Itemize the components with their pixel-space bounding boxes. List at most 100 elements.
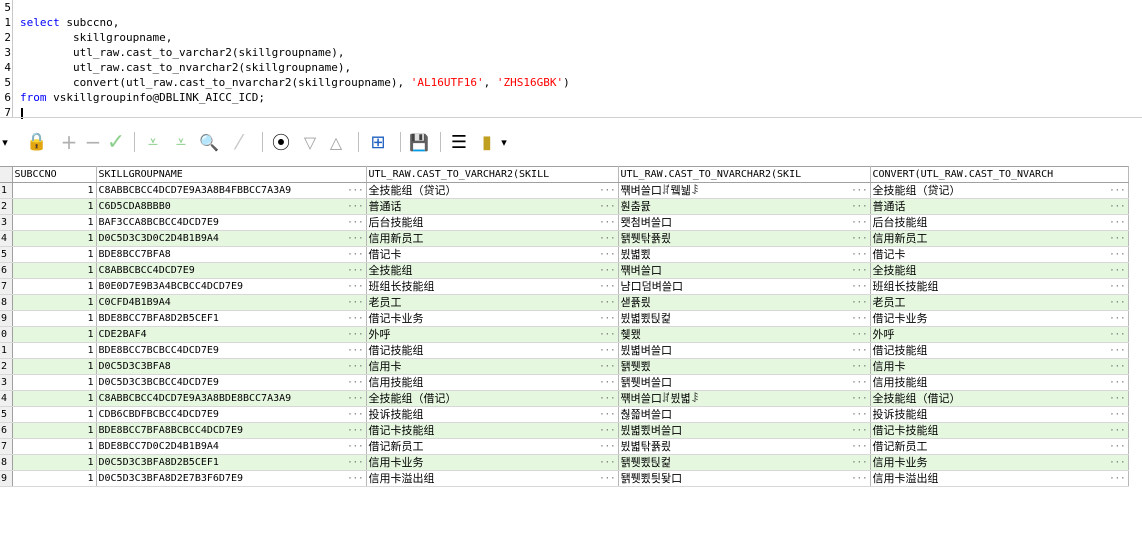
table-cell[interactable]: 됅퓃뾨틵컱 ··· bbox=[618, 454, 871, 471]
table-cell[interactable]: BDE8BCC7BFA8D2B5CEF1 ··· bbox=[96, 310, 367, 327]
explain-plan-icon[interactable]: ⊞ bbox=[364, 130, 392, 154]
table-cell[interactable]: 信用卡溢出组 ··· bbox=[366, 470, 619, 487]
table-row[interactable]: 8 1 D0C5D3C3BFA8D2B5CEF1 ··· 信用卡业务 ··· 됅퓃뾨틵컱 ··… bbox=[0, 454, 1129, 471]
row-number[interactable]: 2 bbox=[0, 198, 13, 215]
cell-expand-button[interactable]: ··· bbox=[597, 424, 615, 438]
clear-icon[interactable]: ⁄ bbox=[226, 130, 252, 154]
cell-expand-button[interactable]: ··· bbox=[1107, 360, 1125, 374]
cell-expand-button[interactable]: ··· bbox=[345, 376, 363, 390]
row-number[interactable]: 4 bbox=[0, 390, 13, 407]
cell-expand-button[interactable]: ··· bbox=[597, 456, 615, 470]
row-number[interactable]: 2 bbox=[0, 358, 13, 375]
table-cell[interactable]: 췢뫴 ··· bbox=[618, 326, 871, 343]
table-cell[interactable]: 됅퓃뾨틧돶口 ··· bbox=[618, 470, 871, 487]
row-number[interactable]: 7 bbox=[0, 278, 13, 295]
table-cell[interactable]: 뷨볇뾨벼쓸口 ··· bbox=[618, 422, 871, 439]
table-cell[interactable]: 쨲벼쓸口 ··· bbox=[618, 262, 871, 279]
table-cell[interactable]: B0E0D7E9B3A4BCBCC4DCD7E9 ··· bbox=[96, 278, 367, 295]
table-row[interactable]: 3 1 D0C5D3C3BCBCC4DCD7E9 ··· 信用技能组 ··· 됅퓃벼쓸口 ··… bbox=[0, 374, 1129, 391]
table-cell[interactable]: 借记卡 ··· bbox=[366, 246, 619, 263]
cell-expand-button[interactable]: ··· bbox=[1107, 312, 1125, 326]
cell-expand-button[interactable]: ··· bbox=[1107, 248, 1125, 262]
cell-expand-button[interactable]: ··· bbox=[345, 184, 363, 198]
cell-expand-button[interactable]: ··· bbox=[345, 216, 363, 230]
table-cell[interactable]: 信用卡业务 ··· bbox=[870, 454, 1129, 471]
table-cell[interactable]: 后台技能组 ··· bbox=[870, 214, 1129, 231]
cell-expand-button[interactable]: ··· bbox=[1107, 216, 1125, 230]
table-row[interactable]: 6 1 BDE8BCC7BFA8BCBCC4DCD7E9 ··· 借记卡技能组 ··· 뷨볇… bbox=[0, 422, 1129, 439]
table-row[interactable]: 0 1 CDE2BAF4 ··· 外呼 ··· 췢뫴 ··· 外呼 ··· bbox=[0, 326, 1129, 343]
table-row[interactable]: 3 1 BAF3CCA8BCBCC4DCD7E9 ··· 后台技能组 ··· 뫳첨벼쓸口 ··… bbox=[0, 214, 1129, 231]
table-row[interactable]: 5 1 BDE8BCC7BFA8 ··· 借记卡 ··· 뷨볇뾨 ··· 借记卡 ··· bbox=[0, 246, 1129, 263]
table-cell[interactable]: 뷨볇탂퓱릤 ··· bbox=[618, 438, 871, 455]
cell-expand-button[interactable]: ··· bbox=[345, 456, 363, 470]
table-cell[interactable]: 外呼 ··· bbox=[870, 326, 1129, 343]
cell-expand-button[interactable]: ··· bbox=[849, 280, 867, 294]
table-cell[interactable]: 信用卡 ··· bbox=[366, 358, 619, 375]
table-cell[interactable]: CDE2BAF4 ··· bbox=[96, 326, 367, 343]
cell-expand-button[interactable]: ··· bbox=[597, 312, 615, 326]
cell-expand-button[interactable]: ··· bbox=[597, 376, 615, 390]
table-cell[interactable]: 后台技能组 ··· bbox=[366, 214, 619, 231]
cell-expand-button[interactable]: ··· bbox=[597, 360, 615, 374]
cell-expand-button[interactable]: ··· bbox=[849, 424, 867, 438]
cell-subccno[interactable]: 1 bbox=[12, 230, 97, 247]
table-row[interactable]: 1 1 C8ABBCBCC4DCD7E9A3A8B4FBBCC7A3A9 ··· 全技能… bbox=[0, 182, 1129, 199]
cell-expand-button[interactable]: ··· bbox=[849, 264, 867, 278]
cell-subccno[interactable]: 1 bbox=[12, 390, 97, 407]
cell-subccno[interactable]: 1 bbox=[12, 246, 97, 263]
cell-expand-button[interactable]: ··· bbox=[849, 200, 867, 214]
cell-expand-button[interactable]: ··· bbox=[849, 472, 867, 486]
cell-expand-button[interactable]: ··· bbox=[1107, 184, 1125, 198]
cell-expand-button[interactable]: ··· bbox=[597, 216, 615, 230]
table-row[interactable]: 4 1 C8ABBCBCC4DCD7E9A3A8BDE8BCC7A3A9 ··· 全技能… bbox=[0, 390, 1129, 407]
table-cell[interactable]: D0C5D3C3BFA8D2B5CEF1 ··· bbox=[96, 454, 367, 471]
table-row[interactable]: 6 1 C8ABBCBCC4DCD7E9 ··· 全技能组 ··· 쨲벼쓸口 ··· 全技能组 ·… bbox=[0, 262, 1129, 279]
cell-expand-button[interactable]: ··· bbox=[1107, 296, 1125, 310]
table-cell[interactable]: 普通话 ··· bbox=[366, 198, 619, 215]
sql-code[interactable]: select subccno, skillgroupname, utl_raw.… bbox=[20, 0, 570, 120]
cell-expand-button[interactable]: ··· bbox=[597, 232, 615, 246]
cell-expand-button[interactable]: ··· bbox=[597, 200, 615, 214]
dropdown-arrow-icon[interactable]: ▾ bbox=[0, 130, 10, 154]
cell-expand-button[interactable]: ··· bbox=[849, 360, 867, 374]
table-cell[interactable]: 借记卡 ··· bbox=[870, 246, 1129, 263]
cell-expand-button[interactable]: ··· bbox=[1107, 200, 1125, 214]
table-cell[interactable]: 쨲벼쓸口ꄨ뷨볇ꄩ ··· bbox=[618, 390, 871, 407]
column-header[interactable]: CONVERT(UTL_RAW.CAST_TO_NVARCH bbox=[870, 166, 1129, 183]
table-cell[interactable]: 全技能组 ··· bbox=[366, 262, 619, 279]
add-record-icon[interactable]: + bbox=[58, 130, 80, 154]
cell-subccno[interactable]: 1 bbox=[12, 198, 97, 215]
export-icon[interactable]: ☰ bbox=[446, 130, 472, 154]
table-cell[interactable]: 信用技能组 ··· bbox=[870, 374, 1129, 391]
cell-expand-button[interactable]: ··· bbox=[1107, 232, 1125, 246]
row-number[interactable]: 5 bbox=[0, 406, 13, 423]
cell-subccno[interactable]: 1 bbox=[12, 374, 97, 391]
table-cell[interactable]: 信用卡溢出组 ··· bbox=[870, 470, 1129, 487]
row-number[interactable]: 1 bbox=[0, 342, 13, 359]
table-cell[interactable]: 냠口덤벼쓸口 ··· bbox=[618, 278, 871, 295]
column-header[interactable]: UTL_RAW.CAST_TO_NVARCHAR2(SKIL bbox=[618, 166, 871, 183]
find-binoculars-icon[interactable]: 🔍 bbox=[196, 130, 222, 154]
cell-expand-button[interactable]: ··· bbox=[849, 216, 867, 230]
cell-expand-button[interactable]: ··· bbox=[345, 328, 363, 342]
table-cell[interactable]: 뷨볇뾨틵컱 ··· bbox=[618, 310, 871, 327]
table-cell[interactable]: 됅퓃벼쓸口 ··· bbox=[618, 374, 871, 391]
table-cell[interactable]: 쨲벼쓸口ꄨ뮄뉇ꄩ ··· bbox=[618, 182, 871, 199]
cell-expand-button[interactable]: ··· bbox=[345, 232, 363, 246]
cell-expand-button[interactable]: ··· bbox=[849, 344, 867, 358]
table-row[interactable]: 8 1 C0CFD4B1B9A4 ··· 老员工 ··· 샏퓱릤 ··· 老员工 ··· bbox=[0, 294, 1129, 311]
cell-expand-button[interactable]: ··· bbox=[597, 392, 615, 406]
cell-expand-button[interactable]: ··· bbox=[597, 344, 615, 358]
table-row[interactable]: 1 1 BDE8BCC7BCBCC4DCD7E9 ··· 借记技能组 ··· 뷨볇벼쓸口 ··… bbox=[0, 342, 1129, 359]
chart-dropdown-icon[interactable]: ▾ bbox=[498, 130, 510, 154]
table-cell[interactable]: 班组长技能组 ··· bbox=[870, 278, 1129, 295]
table-cell[interactable]: 뷨볇벼쓸口 ··· bbox=[618, 342, 871, 359]
table-cell[interactable]: 뷨볇뾨 ··· bbox=[618, 246, 871, 263]
table-row[interactable]: 9 1 D0C5D3C3BFA8D2E7B3F6D7E9 ··· 信用卡溢出组 ··· 됅퓃… bbox=[0, 470, 1129, 487]
table-cell[interactable]: BDE8BCC7D0C2D4B1B9A4 ··· bbox=[96, 438, 367, 455]
cell-expand-button[interactable]: ··· bbox=[849, 296, 867, 310]
table-row[interactable]: 2 1 C6D5CDA8BBB0 ··· 普通话 ··· 훤춤뮰 ··· 普通话 ··· bbox=[0, 198, 1129, 215]
table-cell[interactable]: 借记卡业务 ··· bbox=[870, 310, 1129, 327]
row-number[interactable]: 3 bbox=[0, 214, 13, 231]
